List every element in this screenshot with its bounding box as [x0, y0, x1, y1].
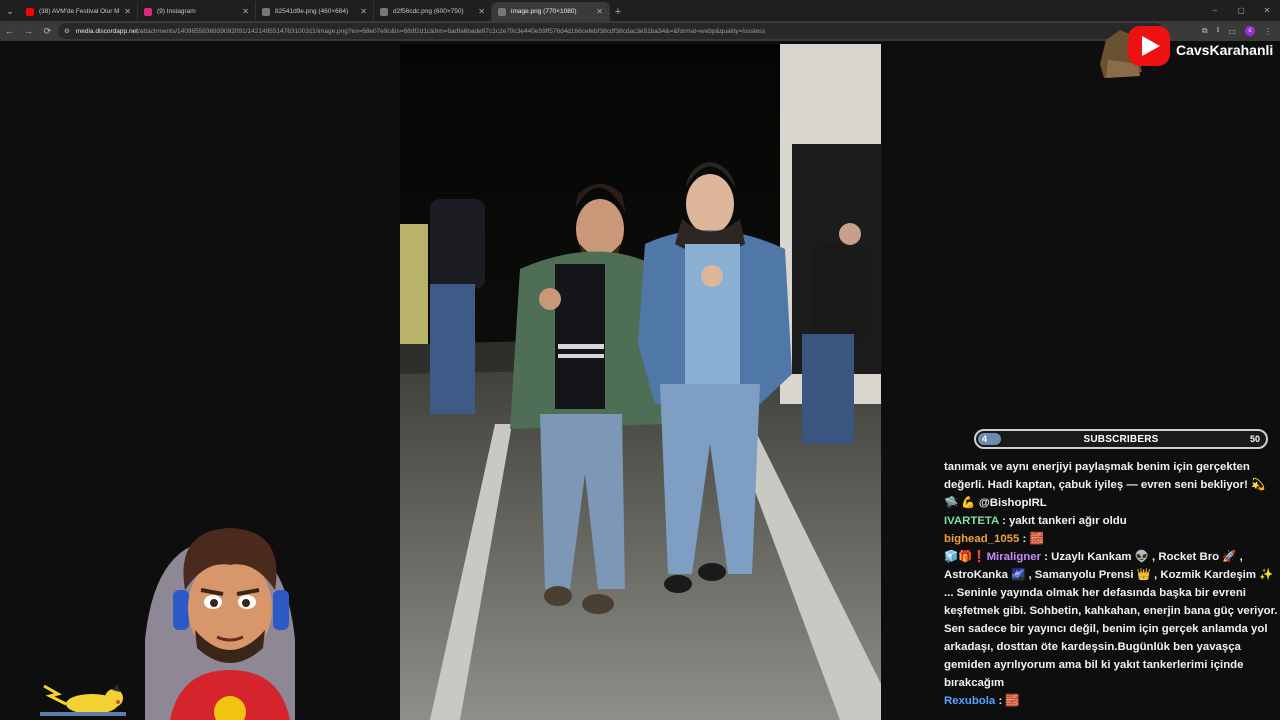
tab-title: d2f56cdc.png (600×750) [393, 8, 464, 15]
chat-username[interactable]: Rexubola [944, 695, 995, 707]
tab-favicon-icon [380, 7, 388, 16]
tab-close-icon[interactable]: ✕ [478, 7, 485, 16]
displayed-image [400, 44, 881, 720]
pikachu-sleeping-icon [40, 684, 126, 716]
tab-title: image.png (770×1080) [511, 8, 577, 15]
chat-text: 🧱 [1029, 533, 1044, 545]
site-info-icon[interactable]: ⚙ [64, 27, 70, 35]
channel-branding: CavsKarahanli [1098, 20, 1280, 80]
tab-favicon-icon [26, 7, 34, 16]
reload-icon[interactable]: ⟳ [38, 26, 57, 37]
chat-separator: : [1019, 533, 1030, 545]
browser-tab[interactable]: image.png (770×1080) ✕ [492, 2, 610, 21]
browser-tab[interactable]: d2f56cdc.png (600×750) ✕ [374, 2, 492, 21]
chat-text: 🧱 [1005, 695, 1020, 707]
tab-close-icon[interactable]: ✕ [596, 7, 603, 16]
browser-toolbar: ← → ⟳ ⚙ media.discordapp.net/attachments… [0, 21, 1280, 41]
chat-username[interactable]: IVARTETA [944, 515, 999, 527]
chat-overlay: tanımak ve aynı enerjiyi paylaşmak benim… [944, 458, 1280, 720]
pikachu-decoration [40, 682, 126, 716]
tab-favicon-icon [262, 7, 270, 16]
tab-strip: ⌄ (38) AVM'de Festival Olur Mu? ✕ (9) Inst… [0, 0, 1280, 21]
window-controls: – ▢ ✕ [1202, 0, 1280, 20]
maximize-icon[interactable]: ▢ [1228, 0, 1254, 20]
tab-close-icon[interactable]: ✕ [124, 7, 131, 16]
chat-separator: : [998, 515, 1009, 527]
chat-message: tanımak ve aynı enerjiyi paylaşmak benim… [944, 458, 1280, 512]
subscriber-goal-count: 50 [1249, 434, 1260, 444]
screen: ⌄ (38) AVM'de Festival Olur Mu? ✕ (9) Inst… [0, 0, 1280, 720]
chat-message: 🧊🎁❗Miraligner : Uzaylı Kankam 👽 , Rocket… [944, 548, 1280, 692]
tab-search-chevron-icon[interactable]: ⌄ [0, 1, 20, 21]
chat-text: tanımak ve aynı enerjiyi paylaşmak benim… [944, 461, 1266, 509]
subscriber-label: SUBSCRIBERS [1083, 434, 1159, 445]
chat-badges: 🧊🎁❗ [944, 551, 987, 563]
address-bar[interactable]: ⚙ media.discordapp.net/attachments/14098… [58, 23, 1163, 39]
tab-title: (9) Instagram [157, 8, 196, 15]
browser-tab[interactable]: 82541d9e.png (460×684) ✕ [256, 2, 374, 21]
chat-text: Uzaylı Kankam 👽 , Rocket Bro 🚀 , AstroKa… [944, 551, 1278, 689]
close-window-icon[interactable]: ✕ [1254, 0, 1280, 20]
chat-message: Rexubola : 🧱 [944, 692, 1280, 710]
tab-title: 82541d9e.png (460×684) [275, 8, 349, 15]
channel-name: CavsKarahanli [1176, 42, 1274, 58]
tab-favicon-icon [498, 7, 506, 16]
minimize-icon[interactable]: – [1202, 0, 1228, 20]
street-photo [400, 44, 881, 720]
browser-tab[interactable]: (9) Instagram ✕ [138, 2, 256, 21]
chat-message: IVARTETA : yakıt tankeri ağır oldu [944, 512, 1280, 530]
youtube-logo-icon [1100, 26, 1170, 78]
tab-close-icon[interactable]: ✕ [360, 7, 367, 16]
chat-separator: : [995, 695, 1006, 707]
forward-icon[interactable]: → [19, 26, 38, 36]
chat-text: yakıt tankeri ağır oldu [1008, 515, 1127, 527]
chat-username[interactable]: bighead_1055 [944, 533, 1019, 545]
url-path: /attachments/1409855836939092091/1421495… [137, 27, 766, 35]
tab-title: (38) AVM'de Festival Olur Mu? [39, 8, 121, 15]
tab-favicon-icon [144, 7, 152, 16]
new-tab-button[interactable]: + [610, 2, 626, 21]
back-icon[interactable]: ← [0, 26, 19, 36]
chat-message: bighead_1055 : 🧱 [944, 530, 1280, 548]
subscriber-goal-bar: 4 SUBSCRIBERS 50 [974, 429, 1268, 449]
tab-close-icon[interactable]: ✕ [242, 7, 249, 16]
chat-separator: : [1041, 551, 1052, 563]
chat-list: tanımak ve aynı enerjiyi paylaşmak benim… [944, 458, 1280, 710]
url-host: media.discordapp.net [75, 27, 138, 35]
browser-tab[interactable]: (38) AVM'de Festival Olur Mu? ✕ [20, 2, 138, 21]
chat-username[interactable]: Miraligner [987, 551, 1041, 563]
streamer-avatar [135, 520, 305, 720]
cartoon-avatar-image [145, 528, 295, 720]
